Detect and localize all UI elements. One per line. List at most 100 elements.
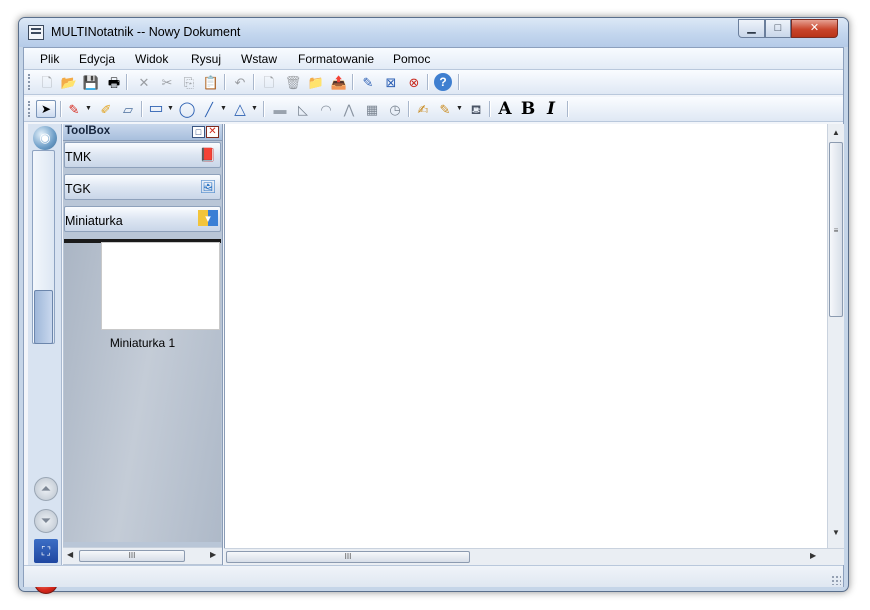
help-icon[interactable]: ? (434, 73, 452, 91)
scroll-thumb[interactable]: ≡ (829, 142, 843, 317)
calculator-icon[interactable]: ▦ (363, 100, 381, 118)
protractor-icon[interactable]: ◠ (317, 100, 335, 118)
scroll-right-icon[interactable]: ▶ (810, 551, 816, 560)
menu-plik[interactable]: Plik (40, 52, 59, 66)
scroll-thumb[interactable]: III (226, 551, 470, 563)
maximize-button[interactable]: □ (765, 19, 791, 38)
rectangle-icon[interactable]: ▭ (147, 100, 165, 118)
canvas-hscrollbar[interactable]: III ▶ (224, 548, 844, 565)
globe-icon[interactable]: ◉ (33, 126, 57, 150)
page-down-icon[interactable]: ⏷ (34, 509, 58, 533)
separator (458, 74, 459, 90)
new-document-icon[interactable]: 🗋 (38, 73, 56, 91)
section-label: TMK (65, 150, 92, 164)
rectangle-dropdown-icon[interactable]: ▼ (167, 105, 174, 112)
fill-color-icon[interactable]: ✎ (436, 100, 454, 118)
cut-icon[interactable]: ✂ (158, 73, 176, 91)
triangle-dropdown-icon[interactable]: ▼ (251, 105, 258, 112)
minimize-button[interactable]: ▁ (738, 19, 765, 38)
section-tgk[interactable]: TGK 🖼 (64, 174, 221, 200)
drawing-canvas[interactable] (224, 124, 827, 548)
menu-bar: Plik Edycja Widok Rysuj Wstaw Formatowan… (24, 48, 843, 70)
page-up-icon[interactable]: ⏶ (34, 477, 58, 501)
picture-icon: 🖼 (199, 179, 217, 194)
vertical-slider-thumb[interactable] (34, 290, 53, 344)
select-area-icon[interactable]: ⊠ (382, 73, 400, 91)
export-icon[interactable]: 📤 (330, 73, 348, 91)
thumbnail-page-1[interactable] (101, 242, 220, 330)
pen-icon[interactable]: ✎ (65, 100, 83, 118)
scroll-thumb[interactable]: III (79, 550, 185, 562)
standard-toolbar: 🗋 📂 💾 🖶 ✕ ✂ ⎘ 📋 ↶ 🗋 🗑 📁 📤 ✎ ⊠ ⊗ ? (24, 70, 843, 95)
ellipse-icon[interactable]: ◯ (178, 100, 196, 118)
menu-formatowanie[interactable]: Formatowanie (298, 52, 374, 66)
pen-dropdown-icon[interactable]: ▼ (85, 105, 92, 112)
resize-grip[interactable] (831, 575, 841, 585)
remove-icon[interactable]: ⊗ (405, 73, 423, 91)
app-window: MULTINotatnik -- Nowy Dokument ▁ □ ✕ Pli… (18, 17, 849, 594)
menu-wstaw[interactable]: Wstaw (241, 52, 277, 66)
section-label: Miniaturka (65, 214, 123, 228)
book-icon: 📕 (199, 147, 217, 162)
new-page-icon[interactable]: 🗋 (260, 73, 278, 91)
save-icon[interactable]: 💾 (82, 73, 100, 91)
undo-icon[interactable]: ↶ (231, 73, 249, 91)
scroll-right-icon[interactable]: ▶ (210, 550, 216, 559)
add-folder-icon[interactable]: 📁 (307, 73, 325, 91)
section-miniaturka[interactable]: Miniaturka ▾ (64, 206, 221, 232)
bold-a-icon[interactable]: A (496, 100, 514, 118)
ruler-icon[interactable]: ▬ (271, 100, 289, 118)
toolbox-close-icon[interactable]: ✕ (206, 126, 219, 138)
menu-edycja[interactable]: Edycja (79, 52, 115, 66)
bold-b-icon[interactable]: B (519, 100, 537, 118)
set-square-icon[interactable]: ◺ (294, 100, 312, 118)
clock-icon[interactable]: ◷ (386, 100, 404, 118)
pencil-icon[interactable]: ✎ (359, 73, 377, 91)
toolbox-header: ToolBox □ ✕ (63, 124, 222, 141)
toolbox-panel: ToolBox □ ✕ TMK 📕 TGK 🖼 Miniaturka ▾ Min… (63, 124, 223, 565)
scroll-left-icon[interactable]: ◀ (67, 550, 73, 559)
canvas-vscrollbar[interactable]: ▲ ≡ ▼ (827, 124, 844, 548)
menu-pomoc[interactable]: Pomoc (393, 52, 430, 66)
delete-page-icon[interactable]: 🗑 (284, 73, 302, 91)
print-icon[interactable]: 🖶 (105, 73, 123, 91)
paste-icon[interactable]: 📋 (202, 73, 220, 91)
edit-text-icon[interactable]: ✍ (414, 100, 432, 118)
toolbox-title: ToolBox (65, 125, 111, 137)
thumbnail-list[interactable]: Miniaturka 1 (64, 239, 221, 542)
separator (427, 74, 428, 90)
triangle-icon[interactable]: △ (231, 100, 249, 118)
separator (408, 101, 409, 117)
delete-icon[interactable]: ✕ (135, 73, 153, 91)
fullscreen-icon[interactable]: ⛶ (34, 539, 58, 563)
toolbar-grip[interactable] (28, 101, 31, 117)
toolbar-grip[interactable] (28, 74, 31, 90)
fill-color-dropdown-icon[interactable]: ▼ (456, 105, 463, 112)
title-bar[interactable]: MULTINotatnik -- Nowy Dokument ▁ □ ✕ (19, 18, 848, 47)
menu-widok[interactable]: Widok (135, 52, 168, 66)
italic-i-icon[interactable]: I (542, 100, 560, 118)
client-area: Plik Edycja Widok Rysuj Wstaw Formatowan… (23, 47, 844, 594)
scroll-down-icon[interactable]: ▼ (832, 528, 840, 537)
pointer-icon[interactable]: ➤ (36, 100, 56, 118)
line-dropdown-icon[interactable]: ▼ (220, 105, 227, 112)
scroll-up-icon[interactable]: ▲ (832, 128, 840, 137)
separator (60, 101, 61, 117)
open-icon[interactable]: 📂 (60, 73, 78, 91)
app-icon[interactable] (28, 25, 44, 40)
paint-bucket-icon[interactable]: ⛾ (467, 100, 485, 118)
separator (253, 74, 254, 90)
menu-rysuj[interactable]: Rysuj (191, 52, 221, 66)
section-tmk[interactable]: TMK 📕 (64, 142, 221, 168)
side-button-strip: ◉ ⏶ ⏷ ⛶ ✕ (28, 124, 62, 594)
highlighter-icon[interactable]: ✐ (97, 100, 115, 118)
thumbnail-label: Miniaturka 1 (109, 336, 176, 350)
line-icon[interactable]: ╱ (200, 100, 218, 118)
copy-icon[interactable]: ⎘ (180, 73, 198, 91)
status-bar (24, 565, 843, 587)
toolbox-hscrollbar[interactable]: ◀ III ▶ (63, 547, 222, 564)
compass-icon[interactable]: ⋀ (340, 100, 358, 118)
pin-icon[interactable]: □ (192, 126, 205, 138)
eraser-icon[interactable]: ▱ (119, 100, 137, 118)
close-button[interactable]: ✕ (791, 19, 838, 38)
